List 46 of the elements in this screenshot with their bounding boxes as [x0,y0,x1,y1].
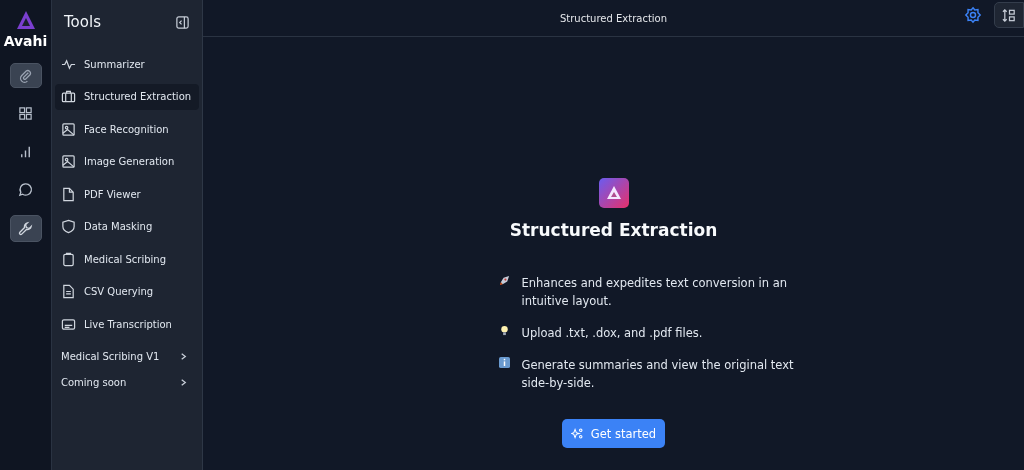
tool-item[interactable]: Face Recognition [55,116,199,142]
tool-item[interactable]: Summarizer [55,51,199,77]
settings-icon[interactable] [964,6,982,24]
chevron-icon [179,352,188,361]
info-icon [498,357,510,368]
feature-text: Generate summaries and view the original text side-by-side. [521,357,795,392]
tool-item[interactable]: PDF Viewer [55,181,199,207]
wrench-icon [18,221,33,236]
paperclip-icon [18,68,33,83]
rocket-icon [498,275,510,286]
tool-item[interactable]: Data Masking [55,213,199,240]
shield-icon [61,219,76,234]
page-title: Structured Extraction [559,12,668,24]
grid-icon [18,106,33,121]
panel-title: Tools [64,13,101,31]
app-logo-icon [598,178,629,208]
tool-heading: Structured Extraction [509,220,718,240]
menu-group[interactable]: Medical Scribing V1 [55,343,199,370]
tool-item[interactable]: Live Transcription [55,311,199,337]
tool-item[interactable]: Image Generation [55,148,199,175]
tool-item[interactable]: Structured Extraction [55,83,199,110]
tool-item[interactable]: Medical Scribing [55,246,199,272]
feature-text: Enhances and expedites text conversion in an intuitive layout. [521,275,789,310]
feature-text: Upload .txt, .dox, and .pdf files. [521,325,703,342]
tool-item[interactable]: CSV Querying [55,278,199,305]
document-icon [61,284,76,299]
get-started-button[interactable]: Get started [561,419,666,448]
sort-icon [1001,7,1017,23]
file-icon [61,186,76,202]
menu-group[interactable]: Coming soon [55,369,199,396]
rail-button[interactable] [9,215,42,242]
logo-icon [15,10,36,30]
chevron-icon [179,378,188,387]
brand-name: Avahi [3,33,48,49]
image-icon [61,154,76,169]
rail-button[interactable] [9,63,42,88]
briefcase-icon [61,89,76,104]
clipboard-icon [61,251,76,267]
image-icon [61,121,76,137]
caption-icon [61,316,76,332]
sort-button[interactable] [994,2,1024,28]
sparkle-icon [570,427,584,440]
chat-icon [18,182,33,197]
bar-chart-icon [18,144,33,159]
collapse-panel-button[interactable] [175,14,190,30]
lightbulb-icon [498,325,510,336]
